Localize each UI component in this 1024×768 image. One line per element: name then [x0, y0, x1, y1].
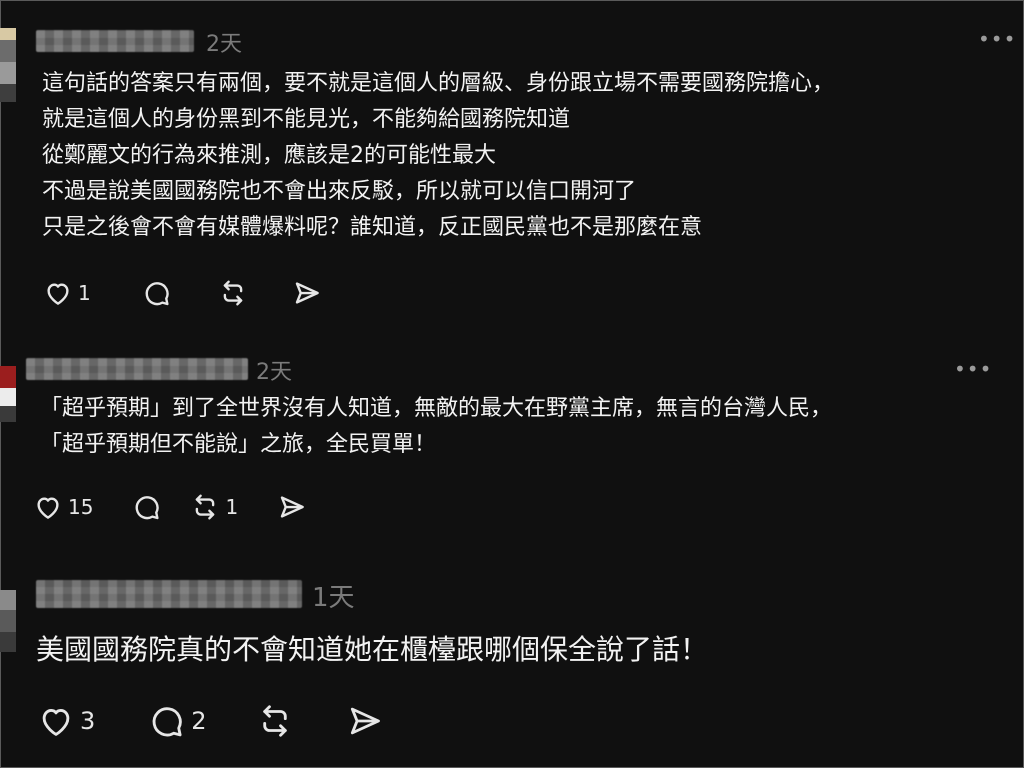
repost-count: 1 — [225, 495, 239, 519]
like-button[interactable]: 15 — [32, 492, 93, 522]
heart-icon — [42, 708, 70, 736]
like-button[interactable]: 3 — [36, 702, 95, 740]
action-bar: 1 — [42, 278, 323, 308]
like-count: 1 — [78, 281, 91, 305]
share-button[interactable] — [276, 492, 308, 522]
comment-icon — [145, 282, 169, 306]
post-2: 2天 ••• 「超乎預期」到了全世界沒有人知道，無敵的最大在野黨主席，無言的台灣… — [0, 340, 1024, 555]
avatar[interactable] — [0, 590, 16, 652]
post-body: 美國國務院真的不會知道她在櫃檯跟哪個保全說了話！ — [36, 630, 708, 670]
username-blurred[interactable] — [36, 580, 302, 608]
post-line: 就是這個人的身份黑到不能見光，不能夠給國務院知道 — [42, 107, 571, 132]
share-button[interactable] — [345, 702, 385, 740]
action-bar: 3 2 — [36, 702, 385, 740]
comment-button[interactable] — [141, 278, 173, 308]
post-line: 從鄭麗文的行為來推測，應該是2的可能性最大 — [42, 143, 496, 168]
repost-icon — [223, 280, 243, 306]
heart-icon — [47, 283, 69, 305]
username-blurred[interactable] — [36, 30, 194, 52]
share-icon — [295, 282, 319, 304]
heart-icon — [37, 497, 59, 519]
post-line: 美國國務院真的不會知道她在櫃檯跟哪個保全說了話！ — [36, 633, 709, 666]
like-count: 15 — [68, 495, 94, 519]
action-bar: 15 1 — [32, 492, 308, 522]
post-line: 不過是說美國國務院也不會出來反駁，所以就可以信口開河了 — [42, 179, 637, 204]
post-time: 2天 — [206, 32, 242, 57]
post-line: 「超乎預期但不能說」之旅，全民買單！ — [40, 432, 437, 457]
post-3: 1天 美國國務院真的不會知道她在櫃檯跟哪個保全說了話！ 3 2 — [0, 560, 1024, 768]
post-time: 2天 — [256, 360, 292, 385]
comment-icon — [152, 707, 183, 737]
comment-button[interactable] — [131, 492, 163, 522]
post-line: 這句話的答案只有兩個，要不就是這個人的層級、身份跟立場不需要國務院擔心， — [42, 71, 835, 96]
post-body: 「超乎預期」到了全世界沒有人知道，無敵的最大在野黨主席，無言的台灣人民， 「超乎預… — [40, 391, 832, 463]
post-line: 只是之後會不會有媒體爆料呢？誰知道，反正國民黨也不是那麼在意 — [42, 215, 703, 240]
avatar[interactable] — [0, 366, 16, 422]
username-blurred[interactable] — [26, 358, 248, 380]
comment-button[interactable]: 2 — [147, 702, 207, 740]
avatar[interactable] — [0, 28, 16, 102]
repost-button[interactable] — [217, 278, 249, 308]
repost-button[interactable] — [255, 702, 295, 740]
share-button[interactable] — [291, 278, 323, 308]
repost-button[interactable]: 1 — [189, 492, 238, 522]
comment-icon — [136, 496, 160, 520]
post-1: 2天 ••• 這句話的答案只有兩個，要不就是這個人的層級、身份跟立場不需要國務院… — [0, 0, 1024, 330]
post-line: 「超乎預期」到了全世界沒有人知道，無敵的最大在野黨主席，無言的台灣人民， — [40, 396, 833, 421]
share-icon — [350, 707, 380, 735]
comment-count: 2 — [191, 707, 207, 735]
more-icon[interactable]: ••• — [978, 29, 1016, 49]
post-time: 1天 — [312, 583, 355, 613]
post-body: 這句話的答案只有兩個，要不就是這個人的層級、身份跟立場不需要國務院擔心， 就是這個… — [42, 66, 834, 246]
like-button[interactable]: 1 — [42, 278, 91, 308]
like-count: 3 — [80, 707, 96, 735]
repost-icon — [262, 705, 287, 737]
more-icon[interactable]: ••• — [954, 359, 992, 379]
share-icon — [281, 496, 304, 518]
repost-icon — [196, 494, 215, 520]
